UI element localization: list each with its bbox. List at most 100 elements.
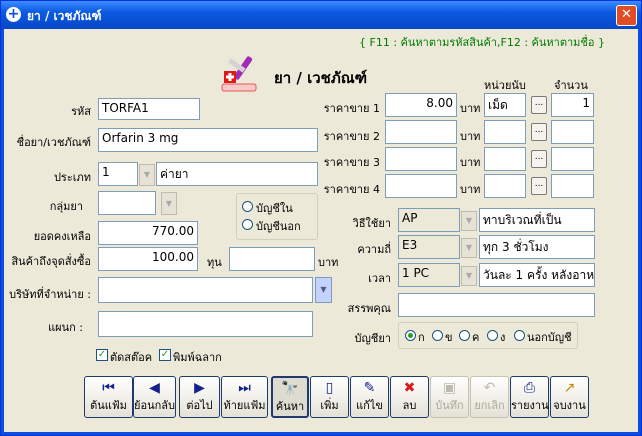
last-record-icon: ⏭ xyxy=(238,380,251,396)
price-2-unit-picker[interactable]: ... xyxy=(531,123,547,141)
price-3-field[interactable] xyxy=(385,147,457,171)
cut-stock-checkbox[interactable]: ✓ xyxy=(96,349,108,361)
price-4-label: ราคาขาย 4 xyxy=(323,183,380,196)
time-code-field[interactable]: 1 PC xyxy=(398,263,460,287)
drug-account-radio-d[interactable] xyxy=(487,330,498,341)
reorder-field[interactable]: 100.00 xyxy=(98,247,198,271)
price-3-unit[interactable] xyxy=(484,147,526,171)
frequency-label: ความถี่ xyxy=(357,243,391,256)
price-1-qty[interactable]: 1 xyxy=(551,93,594,117)
new-document-icon: ▯ xyxy=(325,380,334,396)
edit-button[interactable]: ✎ แก้ไข xyxy=(350,376,389,418)
code-field[interactable]: TORFA1 xyxy=(98,98,200,120)
method-code-field[interactable]: AP xyxy=(398,208,460,232)
save-button[interactable]: ▣ บันทึก xyxy=(430,376,469,418)
price-1-label: ราคาขาย 1 xyxy=(323,102,380,115)
name-label: ชื่อยา/เวชภัณฑ์ xyxy=(16,136,91,149)
drug-account-label-outside: นอกบัญชี xyxy=(527,331,572,344)
price-3-qty[interactable] xyxy=(551,147,594,171)
shortcut-hint: { F11 : ค้นหาตามรหัสสินค้า,F12 : ค้นหาตา… xyxy=(359,36,606,49)
price-2-qty[interactable] xyxy=(551,120,594,144)
method-dropdown-button[interactable]: ▼ xyxy=(461,211,477,231)
balance-field[interactable]: 770.00 xyxy=(98,221,198,245)
type-dropdown-button[interactable]: ▼ xyxy=(139,164,155,186)
type-code-field[interactable]: 1 xyxy=(98,162,138,186)
cost-field[interactable] xyxy=(229,247,315,271)
first-record-icon: ⏮ xyxy=(102,380,115,396)
drug-account-radio-c[interactable] xyxy=(459,330,470,341)
add-button[interactable]: ▯ เพิ่ม xyxy=(310,376,349,418)
print-label-label: พิมพ์ฉลาก xyxy=(173,351,222,364)
dept-field[interactable] xyxy=(98,311,313,337)
code-label: รหัส xyxy=(71,105,91,118)
medicine-logo-icon xyxy=(221,56,257,92)
next-record-button[interactable]: ▶ ต่อไป xyxy=(179,376,220,418)
form-area: { F11 : ค้นหาตามรหัสสินค้า,F12 : ค้นหาตา… xyxy=(4,29,638,432)
group-label: กลุ่มยา xyxy=(49,200,83,213)
save-disk-icon: ▣ xyxy=(442,380,457,396)
price-2-label: ราคาขาย 2 xyxy=(323,130,380,143)
undo-icon: ↶ xyxy=(483,380,496,396)
delete-label: ลบ xyxy=(402,399,417,412)
price-4-unit[interactable] xyxy=(484,174,526,198)
drug-account-label: บัญชียา xyxy=(354,332,391,345)
drug-account-radio-a[interactable] xyxy=(405,330,416,341)
next-label: ต่อไป xyxy=(186,399,213,412)
account-out-radio[interactable] xyxy=(242,219,253,230)
frequency-dropdown-button[interactable]: ▼ xyxy=(461,238,477,258)
close-window-button[interactable]: ✕ xyxy=(616,5,637,26)
cancel-button[interactable]: ↶ ยกเลิก xyxy=(470,376,509,418)
price-2-field[interactable] xyxy=(385,120,457,144)
drug-account-label-d: ง xyxy=(500,331,506,344)
edit-label: แก้ไข xyxy=(356,399,383,412)
price-4-qty[interactable] xyxy=(551,174,594,198)
name-field[interactable]: Orfarin 3 mg xyxy=(98,128,318,152)
price-1-unit-picker[interactable]: ... xyxy=(531,96,547,114)
frequency-code-field[interactable]: E3 xyxy=(398,235,460,259)
time-text-field[interactable]: วันละ 1 ครั้ง หลังอาหาร xyxy=(479,263,595,287)
price-2-unit[interactable] xyxy=(484,120,526,144)
property-field[interactable] xyxy=(398,293,595,317)
search-button[interactable]: 🔭 ค้นหา xyxy=(271,376,309,418)
property-label: สรรพคุณ xyxy=(347,302,391,315)
cancel-label: ยกเลิก xyxy=(474,399,505,412)
price-4-unit-picker[interactable]: ... xyxy=(531,177,547,195)
price-1-currency: บาท xyxy=(460,102,481,115)
exit-button[interactable]: ↗ จบงาน xyxy=(550,376,589,418)
price-2-currency: บาท xyxy=(460,130,481,143)
time-dropdown-button[interactable]: ▼ xyxy=(461,266,477,286)
account-in-label: บัญชีใน xyxy=(256,202,293,215)
app-plus-icon: + xyxy=(6,6,21,22)
report-button[interactable]: ⎙ รายงาน xyxy=(510,376,549,418)
drug-account-radio-b[interactable] xyxy=(432,330,443,341)
previous-record-button[interactable]: ◀ ย้อนกลับ xyxy=(133,376,176,418)
binoculars-icon: 🔭 xyxy=(281,381,299,397)
balance-label: ยอดคงเหลือ xyxy=(33,230,91,243)
type-name-field[interactable]: ค่ายา xyxy=(156,162,318,186)
previous-icon: ◀ xyxy=(149,380,160,396)
drug-account-label-a: ก xyxy=(418,331,425,344)
previous-label: ย้อนกลับ xyxy=(134,399,175,412)
price-4-field[interactable] xyxy=(385,174,457,198)
last-record-button[interactable]: ⏭ ท้ายแฟ้ม xyxy=(221,376,268,418)
drug-account-label-c: ค xyxy=(472,331,480,344)
frequency-text-field[interactable]: ทุก 3 ชั่วโมง xyxy=(479,235,595,259)
group-dropdown-button[interactable]: ▼ xyxy=(161,192,177,215)
price-1-unit[interactable]: เม็ด xyxy=(484,93,526,117)
method-label: วิธีใช้ยา xyxy=(352,217,391,230)
group-field[interactable] xyxy=(98,191,156,215)
method-text-field[interactable]: ทาบริเวณที่เป็น xyxy=(479,208,595,232)
print-label-checkbox[interactable]: ✓ xyxy=(159,349,171,361)
time-label: เวลา xyxy=(368,272,391,285)
drug-account-radio-outside[interactable] xyxy=(514,330,525,341)
vendor-field[interactable] xyxy=(98,277,313,303)
dept-label: แผนก : xyxy=(48,321,83,334)
window-title: ยา / เวชภัณฑ์ xyxy=(27,9,102,23)
delete-button[interactable]: ✖ ลบ xyxy=(390,376,429,418)
title-bar[interactable]: + ยา / เวชภัณฑ์ ✕ xyxy=(1,1,641,29)
delete-icon: ✖ xyxy=(403,380,416,396)
first-record-button[interactable]: ⏮ ต้นแฟ้ม xyxy=(84,376,133,418)
price-3-unit-picker[interactable]: ... xyxy=(531,150,547,168)
account-in-radio[interactable] xyxy=(242,201,253,212)
price-1-field[interactable]: 8.00 xyxy=(385,93,457,117)
